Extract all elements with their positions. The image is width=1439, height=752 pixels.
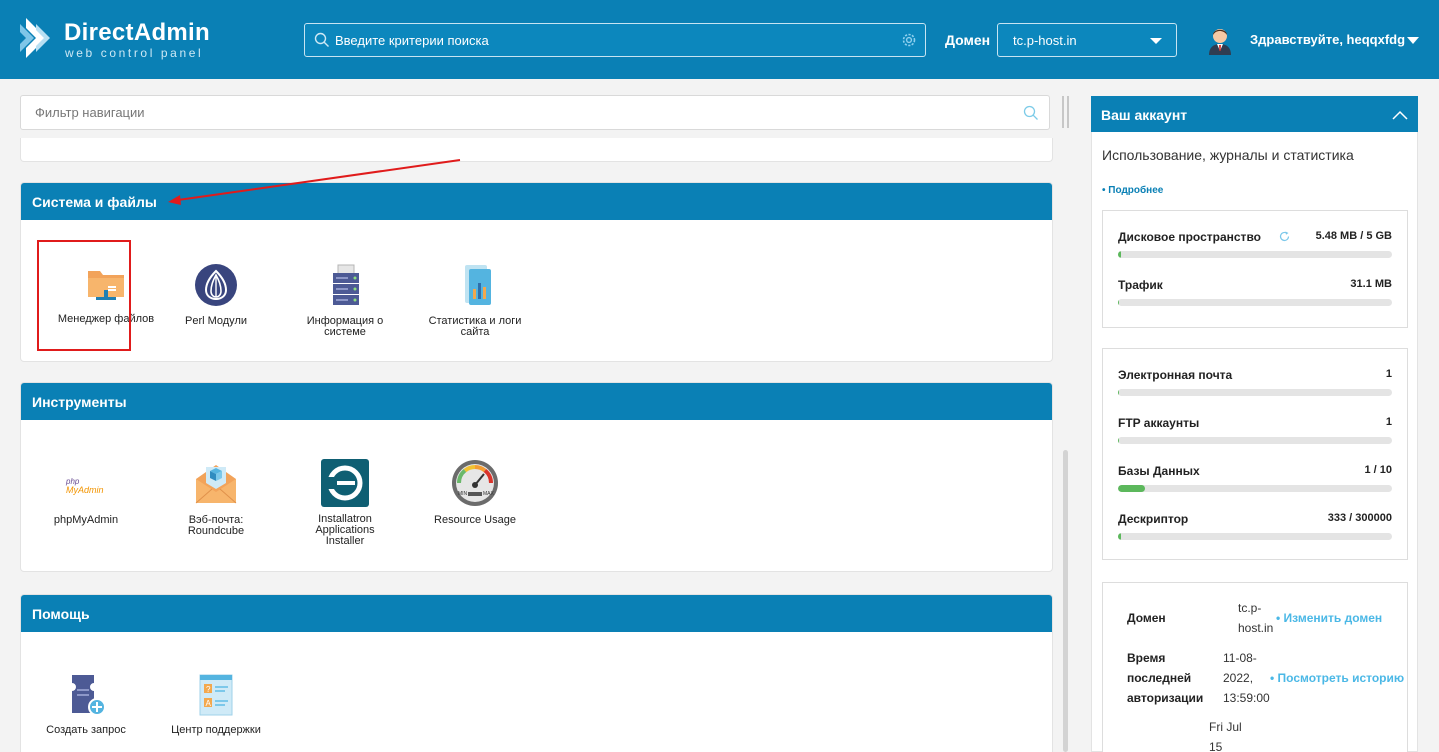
ticket-add-icon [72,675,106,716]
svg-text:A: A [206,699,212,708]
tile-system-info[interactable]: Информация о системе [295,243,395,343]
tile-installatron[interactable]: Installatron Applications Installer [295,443,395,553]
svg-text:MIN: MIN [458,491,468,497]
info-created-value: Fri Jul 15 [1209,720,1242,752]
stat-value: 5.48 MB / 5 GB [1315,230,1392,242]
stat-label: Дескриптор [1118,512,1189,526]
change-domain-link[interactable]: • Изменить домен [1276,611,1382,625]
scrollbar[interactable] [1063,450,1068,752]
usage-box: Дисковое пространство 5.48 MB / 5 GB Тра… [1102,210,1408,328]
progress-fill [1118,485,1146,492]
stat-value: 333 / 300000 [1327,512,1392,524]
tile-label: Создать запрос [46,724,126,736]
progress-bar [1118,533,1392,540]
user-greeting[interactable]: Здравствуйте, heqqxfdg [1250,32,1405,47]
account-description: Использование, журналы и статистика [1102,147,1354,163]
svg-text:MyAdmin: MyAdmin [66,485,104,495]
progress-fill [1118,389,1120,396]
gear-icon[interactable] [901,32,917,48]
navigation-filter[interactable] [20,95,1050,130]
envelope-icon [195,465,237,504]
progress-bar [1118,389,1392,396]
chevron-down-icon[interactable] [1407,37,1419,44]
progress-bar [1118,251,1392,258]
tile-label: Вэб-почта: Roundcube [187,514,245,537]
tile-label: Perl Модули [184,315,248,327]
navigation-filter-input[interactable] [35,96,995,129]
stat-label: Электронная почта [1118,368,1233,382]
stats-icon [465,265,491,305]
view-history-link[interactable]: • Посмотреть историю [1270,671,1404,685]
gauge-icon: MIN MAX [452,460,498,506]
account-panel-header[interactable]: Ваш аккаунт [1091,96,1418,132]
search-icon [1023,105,1038,120]
info-last-login-label: Время последней авторизации [1127,651,1204,705]
domain-label: Домен [945,32,991,48]
top-bar: DirectAdmin web control panel Домен tc.p… [0,0,1439,79]
stat-label: Трафик [1118,278,1163,292]
info-domain-label: Домен [1127,611,1166,625]
tile-site-statistics[interactable]: Статистика и логи сайта [425,243,525,343]
perl-onion-icon [195,264,237,306]
tile-label: Resource Usage [434,514,516,526]
progress-bar [1118,299,1392,306]
tile-roundcube-webmail[interactable]: Вэб-почта: Roundcube [166,443,266,543]
tile-resource-usage[interactable]: MIN MAX Resource Usage [425,443,525,543]
highlight-box [37,240,131,351]
domain-select-value: tc.p-host.in [1013,33,1077,48]
account-panel-title: Ваш аккаунт [1101,107,1188,123]
search-icon [314,32,329,47]
tile-label: Статистика и логи сайта [428,315,522,338]
tile-support-center[interactable]: ? A Центр поддержки [166,655,266,752]
avatar[interactable] [1206,25,1234,55]
brand-title: DirectAdmin [64,19,210,46]
global-search[interactable] [304,23,926,57]
section-help: Помощь Создать запрос ? A Центр поддержк… [20,594,1053,752]
tile-label: phpMyAdmin [53,514,119,526]
stat-value: 1 / 10 [1364,464,1392,476]
section-title[interactable]: Инструменты [21,383,1052,420]
progress-fill [1118,533,1121,540]
svg-text:?: ? [206,685,211,694]
progress-fill [1118,299,1120,306]
tile-create-ticket[interactable]: Создать запрос [36,655,136,752]
progress-bar [1118,485,1392,492]
section-title[interactable]: Помощь [21,595,1052,632]
tile-perl-modules[interactable]: Perl Модули [166,243,266,343]
search-input[interactable] [335,24,895,56]
stat-label: Дисковое пространство [1118,230,1261,244]
stat-value: 1 [1385,368,1392,380]
brand-subtitle: web control panel [65,46,204,60]
installatron-icon [321,459,369,507]
section-tools: Инструменты php MyAdmin phpMyAdmin Вэб-п… [20,382,1053,572]
stat-value: 31.1 MB [1350,278,1392,290]
tile-label: Центр поддержки [171,724,261,736]
tile-label: Installatron Applications Installer [315,513,375,547]
chevron-down-icon [1150,38,1162,44]
account-info-box: Домен tc.p-host.in • Изменить домен Врем… [1102,582,1408,752]
tile-phpmyadmin[interactable]: php MyAdmin phpMyAdmin [36,443,136,543]
stat-label: Базы Данных [1118,464,1200,478]
phpmyadmin-icon: php MyAdmin [65,477,104,495]
panel-resize-handle[interactable] [1062,96,1070,128]
counts-box: Электронная почта 1 FTP аккаунты 1 Базы … [1102,348,1408,560]
support-center-icon: ? A [199,674,233,716]
chevron-up-icon[interactable] [1392,110,1408,120]
stat-value: 1 [1385,416,1392,428]
directadmin-logo-icon [20,18,50,58]
tile-label: Информация о системе [306,315,384,338]
stat-label: FTP аккаунты [1118,416,1200,430]
annotation-arrow [168,159,461,205]
svg-text:MAX: MAX [483,491,495,497]
server-icon [333,264,359,305]
progress-fill [1118,251,1121,258]
account-more-link[interactable]: • Подробнее [1102,185,1163,196]
progress-bar [1118,437,1392,444]
domain-select[interactable]: tc.p-host.in [997,23,1177,57]
directadmin-logo[interactable]: DirectAdmin web control panel [20,16,220,62]
progress-fill [1118,437,1120,444]
refresh-icon[interactable] [1279,231,1290,242]
account-panel: Ваш аккаунт Использование, журналы и ста… [1091,96,1418,752]
